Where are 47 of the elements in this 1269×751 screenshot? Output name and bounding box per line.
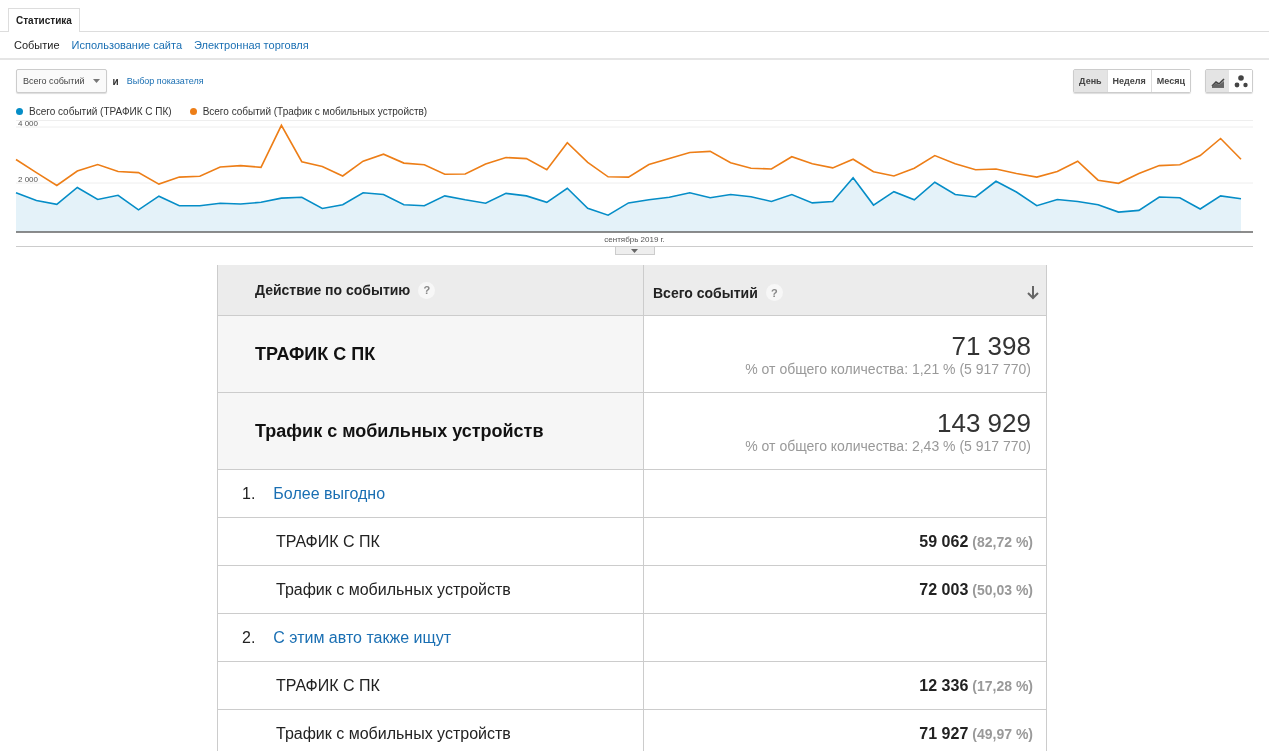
help-icon: ? — [765, 284, 783, 301]
column-header[interactable]: Действие по событию ? — [218, 265, 644, 316]
axis-tick-label: 4 000 — [18, 119, 39, 128]
total-value: 71 398 — [951, 331, 1031, 361]
row-number: 2. — [242, 628, 256, 647]
metric-value: 12 336 — [919, 676, 969, 695]
subnav-link[interactable]: Использование сайта — [71, 39, 183, 51]
period-button[interactable]: День — [1074, 70, 1107, 92]
bubble-chart-button[interactable] — [1229, 70, 1252, 92]
tab[interactable]: Статистика — [8, 8, 80, 32]
bubbles-icon — [1233, 74, 1248, 88]
legend-label: Всего событий (ТРАФИК С ПК) — [29, 106, 172, 117]
subnav-link[interactable]: Электронная торговля — [194, 39, 309, 51]
metric-value: 72 003 — [919, 580, 969, 599]
metric-dropdown[interactable]: Всего событий — [16, 69, 107, 93]
period-button[interactable]: Месяц — [1150, 70, 1190, 92]
axis-tick-label: 2 000 — [18, 175, 39, 184]
legend-label: Всего событий (Трафик с мобильных устройств) — [202, 106, 428, 117]
column-header[interactable]: Всего событий ? — [644, 265, 1046, 316]
table-cell: Трафик с мобильных устройств — [218, 393, 644, 470]
event-action-link[interactable]: Более выгодно — [273, 484, 386, 503]
share-of-total: % от общего количества: 1,21 % (5 917 770) — [745, 361, 1031, 377]
help-icon: ? — [418, 281, 436, 299]
metric-picker-link[interactable]: Выбор показателя — [126, 76, 204, 86]
table-cell: ТРАФИК С ПК — [218, 518, 644, 566]
metric-value: 71 927 — [919, 724, 969, 743]
conjunction-label: и — [112, 75, 119, 87]
metric-percent: (49,97 %) — [972, 725, 1033, 742]
subnav-link[interactable]: Событие — [14, 39, 60, 51]
metric-percent: (82,72 %) — [972, 533, 1033, 550]
table-cell: Трафик с мобильных устройств — [218, 710, 644, 751]
metric-percent: (17,28 %) — [972, 677, 1033, 694]
period-label: сентябрь 2019 г. — [603, 234, 666, 244]
line-chart-button[interactable] — [1206, 70, 1229, 92]
row-number: 1. — [242, 484, 256, 503]
period-button[interactable]: Неделя — [1106, 70, 1151, 92]
table-cell: ТРАФИК С ПК — [218, 316, 644, 393]
metric-percent: (50,03 %) — [972, 581, 1033, 598]
share-of-total: % от общего количества: 2,43 % (5 917 770) — [745, 438, 1031, 454]
total-value: 143 929 — [937, 408, 1031, 438]
collapse-handle[interactable] — [614, 247, 655, 255]
table-cell: ТРАФИК С ПК — [218, 662, 644, 710]
event-action-link[interactable]: С этим авто также ищут — [273, 628, 452, 647]
table-cell: Трафик с мобильных устройств — [218, 566, 644, 614]
caret-icon — [92, 79, 100, 83]
metric-value: 59 062 — [919, 532, 969, 551]
caret-icon — [631, 248, 638, 253]
